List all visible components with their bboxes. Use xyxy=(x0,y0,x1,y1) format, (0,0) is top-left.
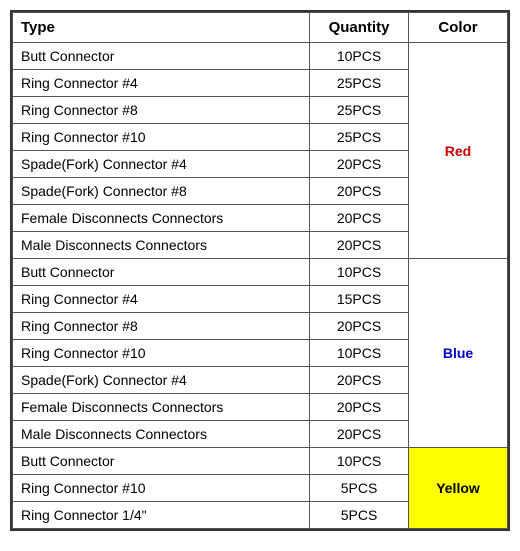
cell-quantity: 20PCS xyxy=(310,313,409,340)
cell-quantity: 10PCS xyxy=(310,448,409,475)
table-row: Butt Connector10PCSYellow xyxy=(13,448,508,475)
cell-quantity: 10PCS xyxy=(310,340,409,367)
cell-type: Ring Connector #10 xyxy=(13,475,310,502)
cell-type: Butt Connector xyxy=(13,43,310,70)
cell-type: Ring Connector #10 xyxy=(13,340,310,367)
cell-quantity: 10PCS xyxy=(310,259,409,286)
cell-quantity: 20PCS xyxy=(310,367,409,394)
cell-type: Butt Connector xyxy=(13,448,310,475)
header-type: Type xyxy=(13,13,310,43)
cell-type: Butt Connector xyxy=(13,259,310,286)
cell-quantity: 20PCS xyxy=(310,232,409,259)
cell-type: Ring Connector #8 xyxy=(13,313,310,340)
cell-quantity: 10PCS xyxy=(310,43,409,70)
cell-quantity: 25PCS xyxy=(310,70,409,97)
cell-type: Ring Connector #4 xyxy=(13,70,310,97)
header-quantity: Quantity xyxy=(310,13,409,43)
cell-color: Red xyxy=(409,43,508,259)
table-header-row: Type Quantity Color xyxy=(13,13,508,43)
cell-color: Yellow xyxy=(409,448,508,529)
cell-type: Ring Connector 1/4" xyxy=(13,502,310,529)
table-row: Butt Connector10PCSBlue xyxy=(13,259,508,286)
cell-type: Ring Connector #10 xyxy=(13,124,310,151)
cell-type: Female Disconnects Connectors xyxy=(13,205,310,232)
cell-quantity: 20PCS xyxy=(310,394,409,421)
cell-quantity: 20PCS xyxy=(310,421,409,448)
cell-quantity: 15PCS xyxy=(310,286,409,313)
cell-quantity: 25PCS xyxy=(310,97,409,124)
cell-quantity: 5PCS xyxy=(310,475,409,502)
cell-type: Male Disconnects Connectors xyxy=(13,421,310,448)
cell-quantity: 5PCS xyxy=(310,502,409,529)
table-row: Butt Connector10PCSRed xyxy=(13,43,508,70)
cell-type: Spade(Fork) Connector #4 xyxy=(13,151,310,178)
cell-type: Male Disconnects Connectors xyxy=(13,232,310,259)
cell-type: Female Disconnects Connectors xyxy=(13,394,310,421)
cell-quantity: 20PCS xyxy=(310,205,409,232)
cell-type: Spade(Fork) Connector #8 xyxy=(13,178,310,205)
cell-type: Ring Connector #4 xyxy=(13,286,310,313)
cell-quantity: 20PCS xyxy=(310,178,409,205)
cell-type: Ring Connector #8 xyxy=(13,97,310,124)
cell-quantity: 20PCS xyxy=(310,151,409,178)
cell-type: Spade(Fork) Connector #4 xyxy=(13,367,310,394)
cell-quantity: 25PCS xyxy=(310,124,409,151)
header-color: Color xyxy=(409,13,508,43)
connector-table: Type Quantity Color Butt Connector10PCSR… xyxy=(10,10,510,531)
cell-color: Blue xyxy=(409,259,508,448)
